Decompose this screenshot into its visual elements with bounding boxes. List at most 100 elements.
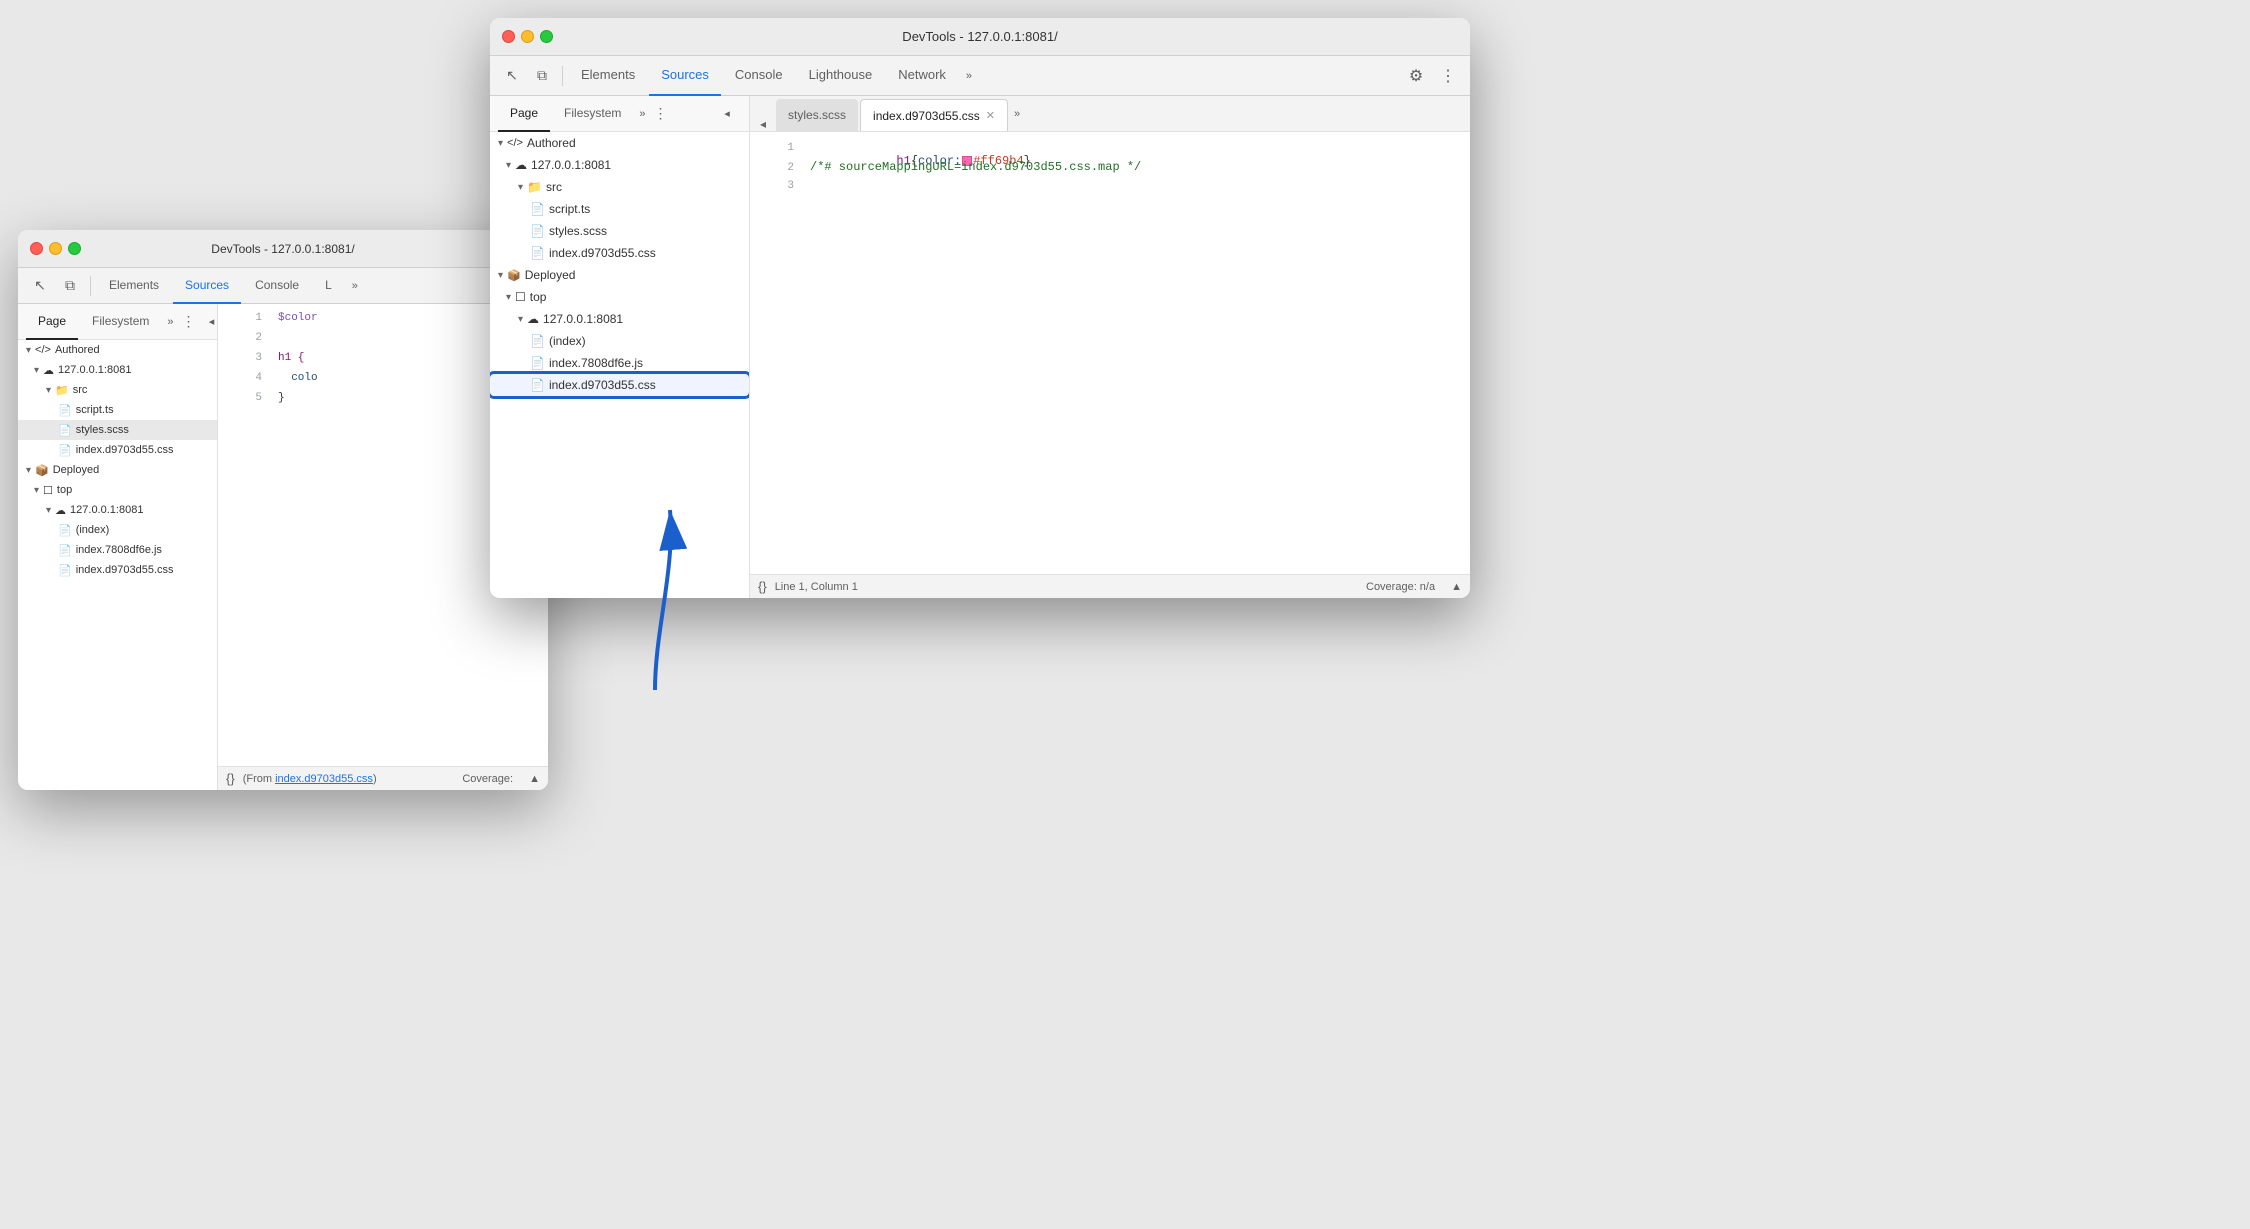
back-titlebar: DevTools - 127.0.0.1:8081/	[18, 230, 548, 268]
back-host-icon: ☁	[43, 364, 54, 377]
back-authored-chevron: ▾	[26, 345, 31, 356]
front-close-button[interactable]	[502, 30, 515, 43]
front-settings-button[interactable]: ⚙	[1402, 62, 1430, 90]
front-device-tool[interactable]: ⧉	[528, 62, 556, 90]
front-src-icon: 📁	[527, 180, 542, 194]
front-tab-lighthouse[interactable]: Lighthouse	[797, 56, 885, 96]
back-scroll-up[interactable]: ▲	[529, 773, 540, 785]
back-tab-console[interactable]: Console	[243, 268, 311, 304]
back-tabs-more[interactable]: »	[346, 280, 364, 292]
back-subtab-filesystem[interactable]: Filesystem	[80, 304, 161, 340]
back-dhost-icon: ☁	[55, 504, 66, 517]
front-top-chevron: ▾	[506, 292, 511, 303]
back-format-icon: {}	[226, 771, 235, 786]
back-subtab-dots[interactable]: ⋮	[182, 313, 196, 330]
front-minimize-button[interactable]	[521, 30, 534, 43]
front-panels: Page Filesystem » ⋮ ◂ ▾ </> Authored ▾ ☁…	[490, 96, 1470, 598]
back-tree-src[interactable]: ▾ 📁 src	[18, 380, 217, 400]
front-cursor-tool[interactable]: ↖	[498, 62, 526, 90]
back-top-icon: ☐	[43, 484, 53, 497]
front-dhost-label: 127.0.0.1:8081	[543, 312, 623, 326]
back-tree-deployed-host[interactable]: ▾ ☁ 127.0.0.1:8081	[18, 500, 217, 520]
front-tree-index[interactable]: 📄 (index)	[490, 330, 749, 352]
front-code-content: 1 h1{color:#ff69b4} 2 /*# sourceMappingU…	[750, 132, 1470, 574]
front-indexcss-tab-close[interactable]: ✕	[986, 109, 995, 122]
back-toolbar-separator	[90, 276, 91, 296]
front-coverage: Coverage: n/a	[1366, 581, 1435, 593]
front-separator	[562, 66, 563, 86]
back-subtab-more[interactable]: »	[163, 316, 177, 328]
back-tab-sources[interactable]: Sources	[173, 268, 241, 304]
front-status-bar: {} Line 1, Column 1 Coverage: n/a ▲	[750, 574, 1470, 598]
front-code-line-3: 3	[750, 180, 1470, 200]
front-back-nav[interactable]: ◂	[754, 117, 772, 131]
back-device-tool[interactable]: ⧉	[56, 272, 84, 300]
front-dhost-icon: ☁	[527, 312, 539, 326]
back-file-tree: Page Filesystem » ⋮ ◂ script.ts ▾ </> Au…	[18, 304, 218, 790]
front-tree-top[interactable]: ▾ ☐ top	[490, 286, 749, 308]
back-toolbar: ↖ ⧉ Elements Sources Console L »	[18, 268, 548, 304]
front-subtab-more[interactable]: »	[635, 108, 649, 120]
front-file-tree: Page Filesystem » ⋮ ◂ ▾ </> Authored ▾ ☁…	[490, 96, 750, 598]
back-tree-scriptts[interactable]: 📄 script.ts	[18, 400, 217, 420]
back-tree-stylesscss[interactable]: 📄 styles.scss	[18, 420, 217, 440]
front-subtab-page[interactable]: Page	[498, 96, 550, 132]
back-tree-authored[interactable]: ▾ </> Authored	[18, 340, 217, 360]
front-traffic-lights	[502, 30, 553, 43]
front-tab-console[interactable]: Console	[723, 56, 795, 96]
front-subtab-dots[interactable]: ⋮	[654, 105, 668, 122]
front-code-line-1: 1 h1{color:#ff69b4}	[750, 140, 1470, 160]
back-collapse-button[interactable]: ◂	[198, 308, 219, 336]
front-tree-deployed[interactable]: ▾ 📦 Deployed	[490, 264, 749, 286]
front-tab-network[interactable]: Network	[886, 56, 958, 96]
front-tree-indexcss-highlighted[interactable]: 📄 index.d9703d55.css	[490, 374, 749, 396]
front-collapse-button[interactable]: ◂	[713, 100, 741, 128]
front-tree-indexcss[interactable]: 📄 index.d9703d55.css	[490, 242, 749, 264]
front-maximize-button[interactable]	[540, 30, 553, 43]
front-index-icon: 📄	[530, 334, 545, 348]
back-subtab-page[interactable]: Page	[26, 304, 78, 340]
front-index-label: (index)	[549, 334, 586, 348]
front-subtoolbar: Page Filesystem » ⋮ ◂	[490, 96, 749, 132]
front-filetab-stylesscss[interactable]: styles.scss	[776, 99, 858, 131]
back-tab-elements[interactable]: Elements	[97, 268, 171, 304]
front-tree-indexjs[interactable]: 📄 index.7808df6e.js	[490, 352, 749, 374]
back-tree-host[interactable]: ▾ ☁ 127.0.0.1:8081	[18, 360, 217, 380]
back-tree-deployed[interactable]: ▾ 📦 Deployed	[18, 460, 217, 480]
back-tree-index[interactable]: 📄 (index)	[18, 520, 217, 540]
front-tree-src[interactable]: ▾ 📁 src	[490, 176, 749, 198]
back-cursor-tool[interactable]: ↖	[26, 272, 54, 300]
front-status-right: Coverage: n/a ▲	[1366, 581, 1462, 593]
back-tree-indexcss2[interactable]: 📄 index.d9703d55.css	[18, 560, 217, 580]
back-tree-top[interactable]: ▾ ☐ top	[18, 480, 217, 500]
back-deployed-label: Deployed	[53, 464, 99, 476]
back-status-from: (From index.d9703d55.css)	[243, 773, 377, 785]
back-tree-indexcss[interactable]: 📄 index.d9703d55.css	[18, 440, 217, 460]
front-authored-chevron: ▾	[498, 138, 503, 149]
front-host-chevron: ▾	[506, 160, 511, 171]
front-tab-elements[interactable]: Elements	[569, 56, 647, 96]
front-subtab-filesystem[interactable]: Filesystem	[552, 96, 633, 132]
front-scroll-up[interactable]: ▲	[1451, 581, 1462, 593]
back-dhost-chevron: ▾	[46, 505, 51, 516]
back-tree-indexjs[interactable]: 📄 index.7808df6e.js	[18, 540, 217, 560]
front-tree-authored[interactable]: ▾ </> Authored	[490, 132, 749, 154]
front-tree-host[interactable]: ▾ ☁ 127.0.0.1:8081	[490, 154, 749, 176]
front-tree-scriptts[interactable]: 📄 script.ts	[490, 198, 749, 220]
front-filetab-indexcss[interactable]: index.d9703d55.css ✕	[860, 99, 1008, 131]
back-maximize-button[interactable]	[68, 242, 81, 255]
front-tree-stylesscss[interactable]: 📄 styles.scss	[490, 220, 749, 242]
front-menu-button[interactable]: ⋮	[1434, 62, 1462, 90]
back-minimize-button[interactable]	[49, 242, 62, 255]
back-from-link[interactable]: index.d9703d55.css	[275, 773, 373, 785]
back-stylesscss-label: styles.scss	[76, 424, 129, 436]
front-filetabs-more[interactable]: »	[1010, 108, 1024, 120]
front-tab-sources[interactable]: Sources	[649, 56, 721, 96]
back-close-button[interactable]	[30, 242, 43, 255]
front-titlebar: DevTools - 127.0.0.1:8081/	[490, 18, 1470, 56]
front-tree-deployed-host[interactable]: ▾ ☁ 127.0.0.1:8081	[490, 308, 749, 330]
front-tabs-more[interactable]: »	[960, 70, 978, 82]
back-index-icon: 📄	[58, 524, 72, 537]
back-tab-lighthouse[interactable]: L	[313, 268, 344, 304]
back-scriptts-icon: 📄	[58, 404, 72, 417]
